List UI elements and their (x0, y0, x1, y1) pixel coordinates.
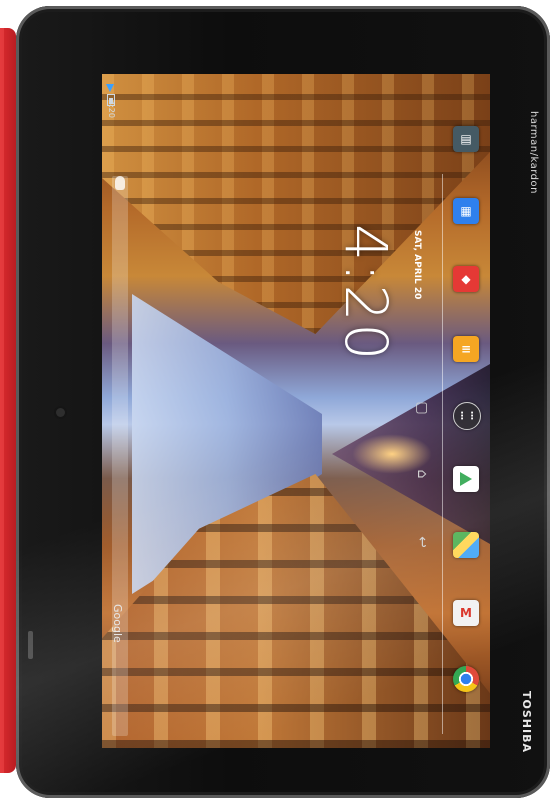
recent-apps-icon[interactable]: ▢ (412, 398, 432, 418)
back-icon[interactable]: ↩ (412, 532, 432, 552)
search-label: Google (111, 604, 124, 643)
google-search-bar[interactable] (112, 176, 128, 736)
gmail-icon[interactable]: M (453, 600, 479, 626)
play-store-icon[interactable] (453, 466, 479, 492)
tablet-device: 4:20 Google 4:20 SAT, APRIL 20 M ⋮⋮ ≡ ◆ … (16, 6, 550, 806)
wifi-icon (106, 84, 114, 92)
brand-logo-bottom: TOSHIBA (520, 691, 533, 753)
volume-button[interactable] (28, 631, 33, 659)
notes-icon[interactable]: ≡ (453, 336, 479, 362)
red-edge-highlight (0, 28, 4, 773)
red-app-icon[interactable]: ◆ (453, 266, 479, 292)
settings-icon[interactable]: ▤ (453, 126, 479, 152)
maps-icon[interactable] (453, 532, 479, 558)
red-device-edge (0, 28, 16, 773)
front-camera-icon (56, 408, 65, 417)
all-apps-icon[interactable]: ⋮⋮ (453, 402, 481, 430)
brand-logo-top: harman/kardon (528, 111, 539, 194)
microphone-icon[interactable] (115, 176, 125, 190)
home-icon[interactable]: ⌂ (412, 464, 432, 484)
chrome-icon[interactable] (453, 666, 479, 692)
status-time: 4:20 (107, 100, 116, 118)
calendar-icon[interactable]: ▦ (453, 198, 479, 224)
clock-widget[interactable]: 4:20 (332, 224, 400, 362)
app-dock: M ⋮⋮ ≡ ◆ ▦ ▤ (447, 74, 487, 748)
dock-divider (442, 174, 443, 734)
date-widget: SAT, APRIL 20 (412, 230, 422, 300)
